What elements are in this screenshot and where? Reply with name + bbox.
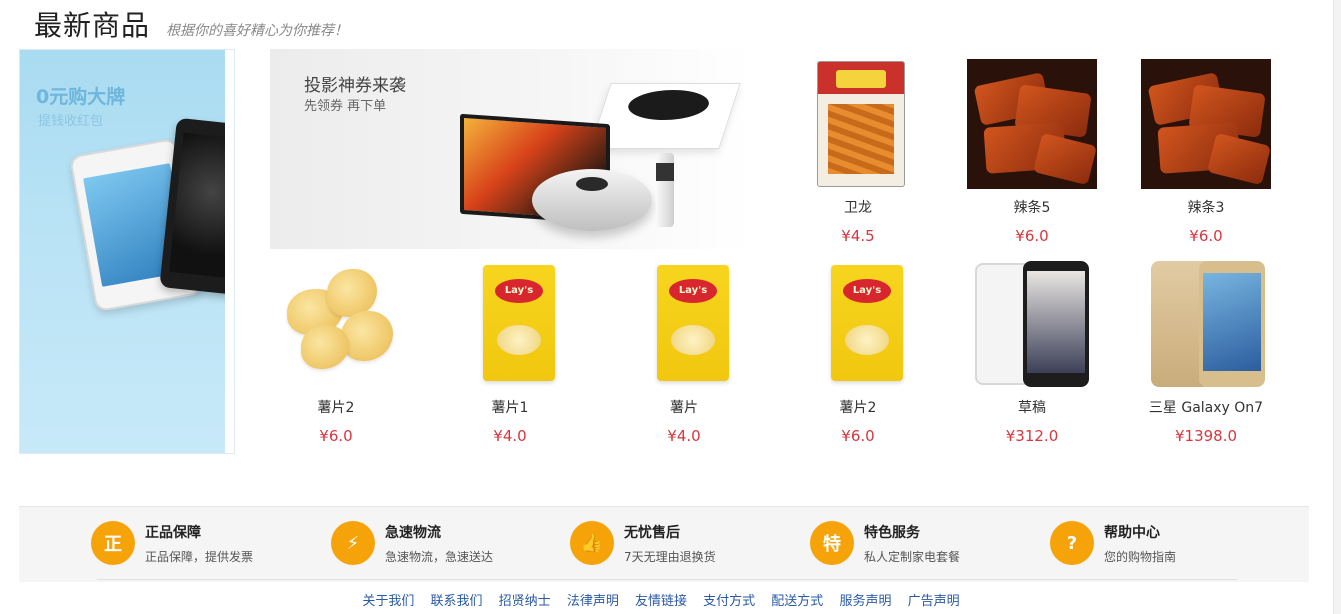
- footer-link-ads[interactable]: 广告声明: [908, 594, 960, 609]
- product-name[interactable]: 薯片2: [783, 397, 933, 416]
- banner-subtitle: 先领券 再下单: [304, 99, 387, 114]
- projector-box-image: [589, 83, 741, 149]
- product-name[interactable]: 辣条3: [1131, 197, 1281, 216]
- footer-link-careers[interactable]: 招贤纳士: [499, 594, 551, 609]
- shield-icon: 正: [91, 521, 135, 565]
- product-name[interactable]: 辣条5: [957, 197, 1107, 216]
- service-title: 急速物流: [385, 524, 441, 541]
- product-name[interactable]: 薯片: [609, 397, 759, 416]
- service-item[interactable]: ⚡ 急速物流 急速物流，急速送达: [331, 517, 493, 569]
- footer-link-contact[interactable]: 联系我们: [431, 594, 483, 609]
- service-title: 无忧售后: [624, 524, 680, 541]
- product-name[interactable]: 薯片1: [435, 397, 585, 416]
- footer-link-friends[interactable]: 友情链接: [635, 594, 687, 609]
- service-item[interactable]: 特 特色服务 私人定制家电套餐: [810, 517, 960, 569]
- service-item[interactable]: 👍 无忧售后 7天无理由退换货: [570, 517, 716, 569]
- product-name[interactable]: 三星 Galaxy On7: [1131, 397, 1281, 416]
- service-desc: 正品保障，提供发票: [145, 549, 254, 564]
- product-card[interactable]: 三星 Galaxy On7 ¥1398.0: [1131, 259, 1281, 445]
- product-name[interactable]: 卫龙: [783, 197, 933, 216]
- product-price: ¥4.5: [841, 227, 875, 245]
- service-desc: 您的购物指南: [1104, 549, 1177, 564]
- product-price: ¥4.0: [493, 427, 527, 445]
- product-name[interactable]: 草稿: [957, 397, 1107, 416]
- projector-image: [532, 169, 652, 231]
- product-card[interactable]: 草稿 ¥312.0: [957, 259, 1107, 445]
- product-image[interactable]: [1141, 59, 1271, 189]
- footer-link-about[interactable]: 关于我们: [362, 594, 414, 609]
- product-image[interactable]: [271, 259, 401, 389]
- section-subtitle: 根据你的喜好精心为你推荐！: [166, 23, 349, 39]
- product-image[interactable]: Lay's: [445, 259, 575, 389]
- speaker-stick-image: [656, 153, 674, 227]
- product-card[interactable]: 辣条3 ¥6.0: [1131, 59, 1281, 245]
- section-header: 最新商品 根据你的喜好精心为你推荐！: [34, 4, 348, 44]
- product-image[interactable]: [1141, 259, 1271, 389]
- service-desc: 7天无理由退换货: [624, 549, 716, 564]
- product-price: ¥6.0: [841, 427, 875, 445]
- footer-link-legal[interactable]: 法律声明: [567, 594, 619, 609]
- service-desc: 急速物流，急速送达: [385, 549, 494, 564]
- footer-links: 关于我们 联系我们 招贤纳士 法律声明 友情链接 支付方式 配送方式 服务声明 …: [0, 590, 1322, 609]
- promo-headline: 0元购大牌: [36, 86, 126, 108]
- help-icon: ?: [1050, 521, 1094, 565]
- service-guarantees: 正 正品保障 正品保障，提供发票 ⚡ 急速物流 急速物流，急速送达 👍 无忧售后…: [19, 506, 1309, 582]
- service-item[interactable]: 正 正品保障 正品保障，提供发票: [91, 517, 253, 569]
- express-icon: ⚡: [331, 521, 375, 565]
- thumbs-up-icon: 👍: [570, 521, 614, 565]
- service-title: 正品保障: [145, 524, 201, 541]
- service-item[interactable]: ? 帮助中心 您的购物指南: [1050, 517, 1176, 569]
- product-image[interactable]: [793, 59, 923, 189]
- product-card[interactable]: Lay's 薯片1 ¥4.0: [435, 259, 585, 445]
- footer-link-shipping[interactable]: 配送方式: [771, 594, 823, 609]
- product-card[interactable]: Lay's 薯片2 ¥6.0: [783, 259, 933, 445]
- service-desc: 私人定制家电套餐: [864, 549, 961, 564]
- product-image[interactable]: Lay's: [793, 259, 923, 389]
- promo-banner-phones[interactable]: 0元购大牌 提钱收红包: [19, 49, 235, 454]
- product-card[interactable]: 薯片2 ¥6.0: [261, 259, 411, 445]
- product-image[interactable]: [967, 259, 1097, 389]
- product-name[interactable]: 薯片2: [261, 397, 411, 416]
- product-image[interactable]: Lay's: [619, 259, 749, 389]
- product-price: ¥6.0: [319, 427, 353, 445]
- divider: [97, 579, 1237, 580]
- product-image[interactable]: [967, 59, 1097, 189]
- scrollbar-track[interactable]: [1333, 0, 1341, 614]
- product-price: ¥1398.0: [1174, 427, 1238, 445]
- special-icon: 特: [810, 521, 854, 565]
- service-title: 特色服务: [864, 524, 920, 541]
- section-title: 最新商品: [34, 9, 151, 42]
- banner-title: 投影神券来袭: [304, 76, 406, 96]
- service-title: 帮助中心: [1104, 524, 1160, 541]
- footer-link-payment[interactable]: 支付方式: [703, 594, 755, 609]
- product-card[interactable]: 卫龙 ¥4.5: [783, 59, 933, 245]
- product-card[interactable]: 辣条5 ¥6.0: [957, 59, 1107, 245]
- product-card[interactable]: Lay's 薯片 ¥4.0: [609, 259, 759, 445]
- promo-banner-projector[interactable]: 投影神券来袭 先领券 再下单: [270, 49, 750, 249]
- product-price: ¥4.0: [667, 427, 701, 445]
- product-price: ¥6.0: [1189, 227, 1223, 245]
- promo-subline: 提钱收红包: [38, 114, 104, 129]
- footer-link-service[interactable]: 服务声明: [839, 594, 891, 609]
- product-price: ¥312.0: [1005, 427, 1059, 445]
- product-price: ¥6.0: [1015, 227, 1049, 245]
